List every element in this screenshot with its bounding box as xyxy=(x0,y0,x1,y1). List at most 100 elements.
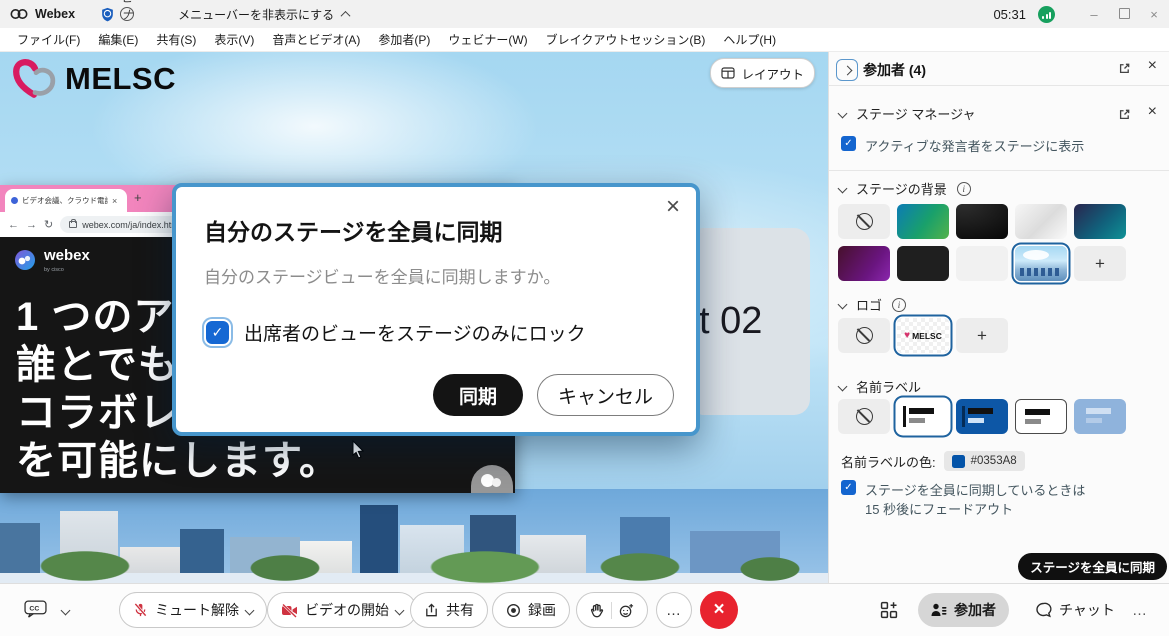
name-label-section-header[interactable]: 名前ラベル xyxy=(839,377,921,396)
background-tile-black[interactable] xyxy=(897,246,949,281)
content-card-text: t 02 xyxy=(699,300,762,343)
unmute-button[interactable]: ミュート解除 xyxy=(119,592,267,628)
site-header: webexby cisco xyxy=(14,247,90,273)
fade-out-checkbox-row[interactable]: ✓ ステージを全員に同期しているときは 15 秒後にフェードアウト xyxy=(841,480,1085,518)
panel-options-button[interactable] xyxy=(880,601,898,624)
participants-toggle-button[interactable]: 参加者 xyxy=(918,593,1009,627)
logo-tile-melsc-selected[interactable]: ♥ MELSC xyxy=(897,318,949,353)
checkbox-checked-icon[interactable]: ✓ xyxy=(841,480,856,495)
close-window-button[interactable]: × xyxy=(1139,7,1169,22)
chevron-down-icon[interactable] xyxy=(395,605,405,615)
menu-breakout[interactable]: ブレイクアウトセッション(B) xyxy=(537,31,715,48)
browser-tab[interactable]: ビデオ会議、クラウド電話、画面共有 × xyxy=(5,189,127,212)
stage-manager-section-header[interactable]: ステージ マネージャ xyxy=(839,104,975,123)
more-options-button[interactable]: … xyxy=(656,592,692,628)
menu-participants[interactable]: 参加者(P) xyxy=(369,31,439,48)
background-tile-light-gray[interactable] xyxy=(1015,204,1067,239)
name-label-tile-style2[interactable] xyxy=(956,399,1008,434)
background-tile-white[interactable] xyxy=(956,246,1008,281)
svg-text:CC: CC xyxy=(29,605,39,612)
collapse-panel-button[interactable] xyxy=(836,59,858,81)
layout-button[interactable]: レイアウト xyxy=(710,58,815,88)
webinar-info-button[interactable]: ウェビナー情報 xyxy=(120,7,134,21)
chat-toggle-button[interactable]: チャット xyxy=(1022,593,1128,627)
webex-site-logo-icon xyxy=(14,249,36,271)
back-icon[interactable]: ← xyxy=(8,219,19,231)
add-logo-button[interactable]: + xyxy=(956,318,1008,353)
stage-background-title: ステージの背景 xyxy=(856,179,947,198)
background-tile-purple[interactable] xyxy=(838,246,890,281)
logo-tiles: ♥ MELSC + xyxy=(838,318,1008,353)
close-stage-manager-icon[interactable]: × xyxy=(1148,104,1157,120)
color-hex-value: #0353A8 xyxy=(971,455,1017,467)
name-label-tile-none[interactable] xyxy=(838,399,890,434)
new-tab-button[interactable]: + xyxy=(134,190,142,205)
closed-caption-button[interactable]: CC xyxy=(24,600,47,623)
mouse-cursor xyxy=(352,440,367,459)
menu-edit[interactable]: 編集(E) xyxy=(89,31,147,48)
hide-menubar-button[interactable]: メニューバーを非表示にする xyxy=(178,6,334,23)
lock-attendee-view-checkbox-row[interactable]: ✓ 出席者のビューをステージのみにロック xyxy=(206,319,586,346)
record-button[interactable]: 録画 xyxy=(492,592,570,628)
name-label-tile-style1-selected[interactable] xyxy=(897,399,949,434)
background-tile-dark-teal[interactable] xyxy=(1074,204,1126,239)
name-label-color-row: 名前ラベルの色: #0353A8 xyxy=(841,451,1025,471)
info-icon[interactable]: i xyxy=(957,182,971,196)
background-tile-black-wave[interactable] xyxy=(956,204,1008,239)
info-icon[interactable]: i xyxy=(892,298,906,312)
logo-section-header[interactable]: ロゴ i xyxy=(839,295,906,314)
leave-meeting-button[interactable]: × xyxy=(700,591,738,629)
sync-stage-to-all-button[interactable]: ステージを全員に同期 xyxy=(1018,553,1167,580)
color-swatch xyxy=(952,455,965,468)
reload-icon[interactable]: ↻ xyxy=(44,218,53,231)
background-tile-cityscape-selected[interactable] xyxy=(1015,246,1067,281)
chevron-down-icon[interactable] xyxy=(245,605,255,615)
name-label-tile-style3[interactable] xyxy=(1015,399,1067,434)
lock-icon xyxy=(69,221,77,228)
restore-button[interactable] xyxy=(1109,7,1139,22)
sync-confirm-button[interactable]: 同期 xyxy=(433,374,523,416)
name-label-color-label: 名前ラベルの色: xyxy=(841,452,936,471)
menu-audio-video[interactable]: 音声とビデオ(A) xyxy=(263,31,369,48)
logo-tile-text: MELSC xyxy=(912,331,942,341)
chat-bubble-icon xyxy=(1035,602,1052,618)
more-panels-button[interactable]: … xyxy=(1132,602,1148,619)
background-tile-teal-gradient[interactable] xyxy=(897,204,949,239)
popout-stage-manager-icon[interactable] xyxy=(1118,108,1131,121)
checkbox-checked-icon[interactable]: ✓ xyxy=(841,136,856,151)
menu-view[interactable]: 表示(V) xyxy=(205,31,263,48)
reactions-button-group[interactable] xyxy=(576,592,648,628)
stage-background-section-header[interactable]: ステージの背景 i xyxy=(839,179,971,198)
active-speaker-checkbox-row[interactable]: ✓ アクティブな発言者をステージに表示 xyxy=(841,136,1084,155)
checkbox-checked-icon[interactable]: ✓ xyxy=(206,321,229,344)
start-video-button[interactable]: ビデオの開始 xyxy=(267,592,417,628)
dialog-close-icon[interactable]: × xyxy=(666,195,680,219)
tab-close-icon[interactable]: × xyxy=(112,196,117,206)
name-label-tile-style4[interactable] xyxy=(1074,399,1126,434)
close-panel-icon[interactable]: × xyxy=(1148,58,1157,74)
participants-icon xyxy=(931,603,947,617)
participants-count: (4) xyxy=(909,62,926,78)
chat-label: チャット xyxy=(1059,600,1115,620)
menu-file[interactable]: ファイル(F) xyxy=(8,31,89,48)
forward-icon[interactable]: → xyxy=(26,219,37,231)
cancel-button[interactable]: キャンセル xyxy=(537,374,674,416)
background-tile-none[interactable] xyxy=(838,204,890,239)
menu-share[interactable]: 共有(S) xyxy=(147,31,205,48)
reactions-smiley-icon[interactable] xyxy=(619,603,634,618)
chevron-down-icon xyxy=(838,109,848,119)
start-video-label: ビデオの開始 xyxy=(305,600,389,620)
sync-stage-dialog: × 自分のステージを全員に同期 自分のステージビューを全員に同期しますか。 ✓ … xyxy=(172,183,700,436)
share-button[interactable]: 共有 xyxy=(410,592,488,628)
add-background-button[interactable]: + xyxy=(1074,246,1126,281)
logo-tile-none[interactable] xyxy=(838,318,890,353)
menu-webinar[interactable]: ウェビナー(W) xyxy=(439,31,536,48)
minimize-button[interactable]: – xyxy=(1079,7,1109,22)
chevron-up-icon[interactable] xyxy=(341,10,351,20)
cc-chevron-down-icon[interactable] xyxy=(61,606,71,616)
raise-hand-icon[interactable] xyxy=(590,603,604,618)
name-label-color-chip[interactable]: #0353A8 xyxy=(944,451,1025,471)
layout-grid-icon xyxy=(721,67,735,79)
popout-panel-icon[interactable] xyxy=(1118,62,1131,75)
menu-help[interactable]: ヘルプ(H) xyxy=(714,31,785,48)
